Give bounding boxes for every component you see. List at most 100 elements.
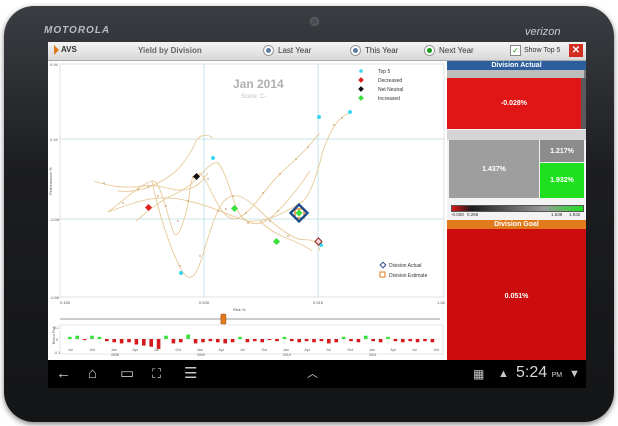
timeline-bar <box>356 339 361 343</box>
timeline-bar <box>423 339 427 342</box>
timeline-bar <box>282 336 287 339</box>
timeline-bar <box>164 335 168 339</box>
timeline-month-label: Jan <box>111 348 117 352</box>
actual-value: 1.932% <box>550 177 574 184</box>
timeline-bar <box>304 339 309 342</box>
timeline-month-label: Apr <box>133 348 139 352</box>
timeline-bar <box>430 339 435 343</box>
top5-marker[interactable] <box>348 110 352 114</box>
scale-label: 0.266 <box>467 212 479 217</box>
timeline-bar <box>393 339 398 342</box>
y-tick-label: -0.56 <box>50 295 60 300</box>
radio-icon <box>263 45 274 56</box>
timeline-bar <box>134 339 139 345</box>
menu-icon[interactable]: ☰ <box>184 365 197 383</box>
timeline-bar <box>238 336 242 339</box>
y-tick-label: 0.44 <box>50 137 59 142</box>
timeline-bar <box>68 336 72 339</box>
timeline-bar <box>223 339 227 344</box>
division-actual-header: Division Actual <box>447 61 586 70</box>
timeline-bar <box>208 339 213 342</box>
timeline-year-label: 2009 <box>197 353 205 357</box>
last-year-radio[interactable]: Last Year <box>263 45 311 56</box>
timeline-bar <box>82 339 87 341</box>
next-year-radio[interactable]: Next Year <box>424 45 474 56</box>
timeline-bar <box>341 336 346 339</box>
signal-icon: ▼ <box>569 368 580 380</box>
actual-value: 1.217% <box>550 147 574 155</box>
top5-marker[interactable] <box>179 271 183 275</box>
color-scale-bar <box>451 205 584 212</box>
actual-tile-small[interactable]: 1.217% <box>540 140 584 162</box>
timeline-bar <box>319 339 324 342</box>
color-scale-labels: -0.028 0.266 1.638 1.932 <box>451 212 582 218</box>
goal-value: 0.051% <box>504 292 529 300</box>
timeline-month-label: Oct <box>348 348 353 352</box>
screenshot-icon[interactable]: ⛶ <box>152 365 161 383</box>
top5-marker[interactable] <box>211 156 215 160</box>
actual-value: -0.028% <box>500 100 528 107</box>
timeline-bar <box>290 339 294 342</box>
timeline-bar <box>90 335 94 339</box>
grid-icon[interactable]: ▦ <box>473 365 484 383</box>
top5-marker[interactable] <box>317 115 321 119</box>
timeline-frame <box>59 324 444 355</box>
back-icon[interactable]: ← <box>56 365 71 383</box>
actual-value: 1.437% <box>482 165 506 173</box>
legend-label: Division Estimate <box>389 273 428 279</box>
close-button[interactable]: ✕ <box>569 44 583 57</box>
actual-tile-increased[interactable]: 1.932% <box>540 163 584 198</box>
timeline-bar <box>186 334 190 339</box>
timeline-bar <box>142 339 146 346</box>
next-year-label: Next Year <box>439 46 474 55</box>
legend-label: Increased <box>378 96 400 102</box>
radio-selected-icon <box>424 45 435 56</box>
y-tick-label: 0.94 <box>50 62 59 67</box>
y-axis-label: Performance % <box>48 167 53 195</box>
timeline-bar <box>75 335 79 339</box>
scatter-chart[interactable]: 0.94 0.44 -0.06 -0.56 0.155 0.535 0.915 … <box>48 61 446 358</box>
legend-label: Decreased <box>378 78 402 84</box>
timeline-y-tick: 0 <box>56 338 58 342</box>
last-year-label: Last Year <box>278 46 312 55</box>
recent-apps-icon[interactable]: ▭ <box>120 365 134 383</box>
timeline-year-label: 2010 <box>283 353 291 357</box>
show-top5-checkbox[interactable]: ✓ Show Top 5 <box>510 45 560 56</box>
timeline-bar <box>171 339 176 344</box>
timeline-bar <box>349 339 353 342</box>
timeline-bar <box>216 339 220 343</box>
timeline-bar <box>127 339 131 343</box>
division-goal-header: Division Goal <box>447 220 586 229</box>
app-name: AVS <box>61 45 77 55</box>
chevron-up-icon[interactable]: ︿ <box>307 365 318 383</box>
radio-icon <box>350 45 361 56</box>
actual-tile-decreased[interactable]: -0.028% <box>447 78 581 129</box>
actual-side-strip <box>581 78 586 129</box>
home-icon[interactable]: ⌂ <box>88 365 97 383</box>
goal-tile[interactable]: 0.051% <box>447 229 586 363</box>
timeline-month-label: Jul <box>412 348 417 352</box>
timeline-bar <box>371 339 375 342</box>
timeline-bar <box>201 339 205 343</box>
warning-icon: ▲ <box>498 368 509 380</box>
timeline-bar <box>112 339 116 343</box>
timeline-bar <box>364 335 368 339</box>
timeline-bar <box>260 339 264 343</box>
timeline-month-label: Jul <box>240 348 245 352</box>
timeline-bar <box>149 339 153 347</box>
timeline-month-label: Apr <box>219 348 225 352</box>
timeline-bar <box>230 339 235 343</box>
timeline-bar <box>386 336 390 339</box>
timeline-month-label: Jan <box>369 348 375 352</box>
chart-bg <box>48 61 446 358</box>
carrier-logo: verizon <box>525 26 561 38</box>
timeline-slider-thumb[interactable] <box>220 313 227 325</box>
avs-logo-icon <box>54 45 59 55</box>
timeline-bar <box>401 339 405 343</box>
this-year-radio[interactable]: This Year <box>350 45 398 56</box>
clock-time: 5:24 <box>516 364 548 381</box>
actual-tile-neutral[interactable]: 1.437% <box>449 140 539 198</box>
app-logo[interactable]: AVS <box>54 45 77 55</box>
chart-area: 0.94 0.44 -0.06 -0.56 0.155 0.535 0.915 … <box>48 61 446 358</box>
timeline-month-label: Oct <box>90 348 95 352</box>
